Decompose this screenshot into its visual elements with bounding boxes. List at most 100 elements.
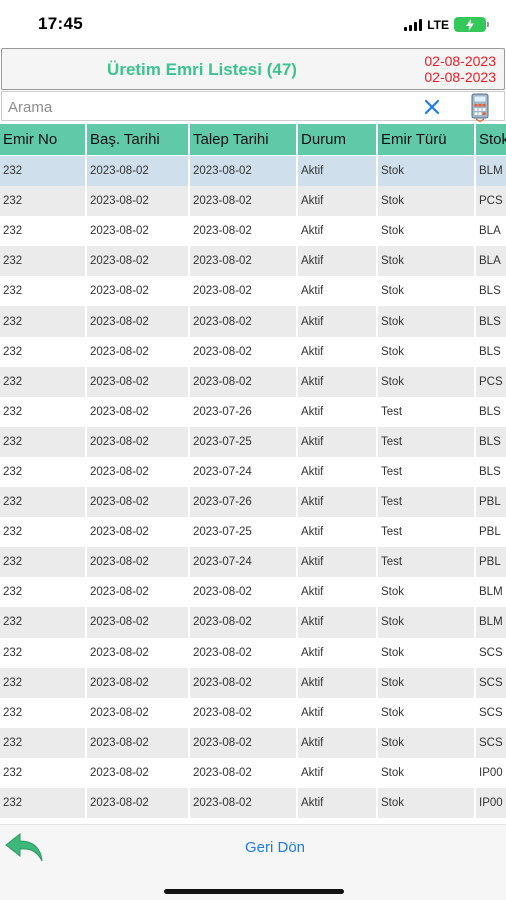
table-row[interactable]: 232 2023-08-02 2023-08-02 Aktif Stok IP00 — [0, 757, 506, 788]
cell-durum: Aktif — [298, 697, 378, 728]
table-row[interactable]: 232 2023-08-02 2023-07-24 Aktif Test BLS — [0, 456, 506, 488]
cell-stok: BLS — [476, 426, 506, 457]
cell-bas-tarihi: 2023-08-02 — [87, 607, 190, 638]
cell-bas-tarihi: 2023-08-02 — [87, 336, 190, 367]
cell-durum: Aktif — [298, 787, 378, 819]
table-row[interactable]: 232 2023-08-02 2023-08-02 Aktif Stok SCS — [0, 667, 506, 698]
table-row[interactable]: 232 2023-08-02 2023-07-25 Aktif Test BLS — [0, 426, 506, 457]
cell-durum: Aktif — [298, 246, 378, 277]
cell-durum: Aktif — [298, 186, 378, 217]
calculator-icon[interactable] — [468, 92, 492, 122]
cell-talep-tarihi: 2023-08-02 — [190, 787, 298, 819]
column-header-durum[interactable]: Durum — [298, 124, 378, 156]
list-header: Üretim Emri Listesi (47) 02-08-2023 02-0… — [1, 48, 505, 90]
table-row[interactable]: 232 2023-08-02 2023-08-02 Aktif Stok BLA — [0, 216, 506, 247]
cell-emir-turu: Stok — [378, 607, 476, 638]
cell-stok: BLM — [476, 577, 506, 608]
cell-emir-no: 232 — [0, 216, 87, 247]
back-button[interactable]: Geri Dön — [0, 839, 506, 856]
cell-emir-no: 232 — [0, 667, 87, 698]
cell-stok: SCS — [476, 667, 506, 698]
table-row[interactable]: 232 2023-08-02 2023-07-25 Aktif Test PBL — [0, 517, 506, 548]
cell-bas-tarihi: 2023-08-02 — [87, 156, 190, 187]
table-row[interactable]: 232 2023-08-02 2023-08-02 Aktif Stok SCS — [0, 637, 506, 668]
cell-emir-turu: Test — [378, 547, 476, 578]
cell-emir-turu: Stok — [378, 246, 476, 277]
cell-bas-tarihi: 2023-08-02 — [87, 426, 190, 457]
cell-bas-tarihi: 2023-08-02 — [87, 456, 190, 488]
cell-bas-tarihi: 2023-08-02 — [87, 276, 190, 307]
table-row[interactable]: 232 2023-08-02 2023-08-02 Aktif Stok SCS — [0, 727, 506, 758]
column-header-stok[interactable]: Stok — [476, 124, 506, 156]
status-indicators: LTE — [404, 17, 489, 32]
cell-emir-no: 232 — [0, 607, 87, 638]
column-header-emir-turu[interactable]: Emir Türü — [378, 124, 476, 156]
date-end[interactable]: 02-08-2023 — [424, 69, 496, 85]
cell-bas-tarihi: 2023-08-02 — [87, 216, 190, 247]
cell-emir-no: 232 — [0, 426, 87, 457]
cell-talep-tarihi: 2023-07-26 — [190, 487, 298, 518]
page-title: Üretim Emri Listesi (47) — [107, 60, 297, 79]
column-header-talep-tarihi[interactable]: Talep Tarihi — [190, 124, 298, 156]
table-row[interactable]: 232 2023-08-02 2023-07-26 Aktif Test BLS — [0, 396, 506, 427]
cell-talep-tarihi: 2023-08-02 — [190, 727, 298, 758]
cell-stok: SCS — [476, 727, 506, 758]
cell-emir-turu: Stok — [378, 276, 476, 307]
cell-emir-turu: Stok — [378, 216, 476, 247]
cell-stok: BLA — [476, 246, 506, 277]
table-row[interactable]: 232 2023-08-02 2023-08-02 Aktif Stok BLS — [0, 306, 506, 337]
table-row[interactable]: 232 2023-08-02 2023-08-02 Aktif Stok BLS — [0, 336, 506, 367]
date-start[interactable]: 02-08-2023 — [424, 53, 496, 69]
cell-stok: PBL — [476, 517, 506, 548]
table-row[interactable]: 232 2023-08-02 2023-08-02 Aktif Stok BLA — [0, 246, 506, 277]
cell-stok: PCS — [476, 366, 506, 397]
cell-talep-tarihi: 2023-08-02 — [190, 637, 298, 668]
cell-stok: BLS — [476, 306, 506, 337]
cell-bas-tarihi: 2023-08-02 — [87, 787, 190, 819]
table-row[interactable]: 232 2023-08-02 2023-08-02 Aktif Stok PCS — [0, 366, 506, 397]
cell-talep-tarihi: 2023-07-26 — [190, 396, 298, 427]
cell-talep-tarihi: 2023-08-02 — [190, 186, 298, 217]
clear-icon[interactable] — [422, 97, 442, 117]
table-row[interactable]: 232 2023-08-02 2023-07-24 Aktif Test PBL — [0, 547, 506, 578]
status-time: 17:45 — [38, 14, 83, 33]
cell-emir-turu: Test — [378, 396, 476, 427]
cell-stok: BLS — [476, 456, 506, 488]
column-header-emir-no[interactable]: Emir No — [0, 124, 87, 156]
cell-durum: Aktif — [298, 396, 378, 427]
table-row[interactable]: 232 2023-08-02 2023-07-26 Aktif Test PBL — [0, 487, 506, 518]
cell-stok: BLM — [476, 607, 506, 638]
table-row[interactable]: 232 2023-08-02 2023-08-02 Aktif Stok BLM — [0, 607, 506, 638]
table-row[interactable]: 232 2023-08-02 2023-08-02 Aktif Stok BLM — [0, 156, 506, 187]
cell-bas-tarihi: 2023-08-02 — [87, 306, 190, 337]
column-header-bas-tarihi[interactable]: Baş. Tarihi — [87, 124, 190, 156]
cell-emir-turu: Stok — [378, 306, 476, 337]
table-row[interactable]: 232 2023-08-02 2023-08-02 Aktif Stok SCS — [0, 697, 506, 728]
cell-emir-no: 232 — [0, 396, 87, 427]
cell-emir-no: 232 — [0, 727, 87, 758]
cell-talep-tarihi: 2023-08-02 — [190, 366, 298, 397]
cell-durum: Aktif — [298, 336, 378, 367]
cell-emir-turu: Stok — [378, 366, 476, 397]
network-label: LTE — [427, 17, 449, 32]
cell-durum: Aktif — [298, 306, 378, 337]
table-row[interactable]: 232 2023-08-02 2023-08-02 Aktif Stok BLS — [0, 276, 506, 307]
cell-emir-turu: Stok — [378, 757, 476, 788]
search-input[interactable] — [8, 96, 408, 118]
production-order-table: Emir No Baş. Tarihi Talep Tarihi Durum E… — [0, 124, 506, 824]
footer-bar: Geri Dön — [0, 824, 506, 900]
table-row[interactable]: 232 2023-08-02 2023-08-02 Aktif Stok IP00 — [0, 787, 506, 819]
cell-stok: BLS — [476, 336, 506, 367]
cell-emir-no: 232 — [0, 306, 87, 337]
cell-emir-no: 232 — [0, 697, 87, 728]
home-indicator[interactable] — [164, 889, 344, 894]
table-row[interactable]: 232 2023-08-02 2023-08-02 Aktif Stok PCS — [0, 186, 506, 217]
search-bar — [1, 91, 505, 122]
cell-stok: BLS — [476, 276, 506, 307]
cell-emir-no: 232 — [0, 246, 87, 277]
cell-bas-tarihi: 2023-08-02 — [87, 246, 190, 277]
cell-emir-turu: Test — [378, 426, 476, 457]
cell-emir-no: 232 — [0, 547, 87, 578]
cell-emir-turu: Stok — [378, 186, 476, 217]
table-row[interactable]: 232 2023-08-02 2023-08-02 Aktif Stok BLM — [0, 577, 506, 608]
